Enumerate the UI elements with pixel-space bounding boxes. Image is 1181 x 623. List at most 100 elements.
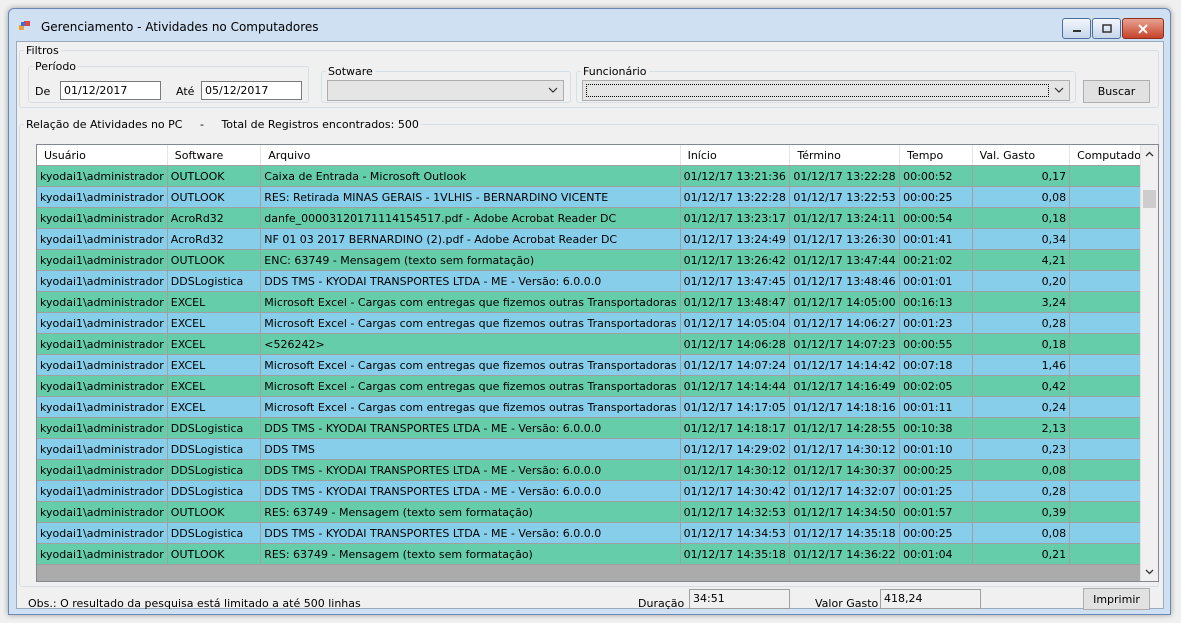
cell-valor[interactable]: 0,08: [972, 459, 1071, 481]
cell-tempo[interactable]: 00:01:57: [899, 501, 973, 523]
cell-valor[interactable]: 0,21: [972, 543, 1071, 565]
search-button[interactable]: Buscar: [1083, 80, 1150, 103]
cell-tempo[interactable]: 00:00:54: [899, 207, 973, 229]
cell-arquivo[interactable]: Microsoft Excel - Cargas com entregas qu…: [260, 396, 681, 418]
cell-termino[interactable]: 01/12/17 14:34:50: [789, 501, 901, 523]
cell-inicio[interactable]: 01/12/17 13:26:42: [680, 249, 791, 271]
cell-usuario[interactable]: kyodai1\administrador: [37, 417, 168, 439]
cell-arquivo[interactable]: DDS TMS - KYODAI TRANSPORTES LTDA - ME -…: [260, 270, 681, 292]
minimize-button[interactable]: [1062, 18, 1091, 39]
cell-usuario[interactable]: kyodai1\administrador: [37, 249, 168, 271]
cell-tempo[interactable]: 00:01:25: [899, 480, 973, 502]
cell-valor[interactable]: 0,28: [972, 312, 1071, 334]
cell-arquivo[interactable]: Microsoft Excel - Cargas com entregas qu…: [260, 312, 681, 334]
cell-usuario[interactable]: kyodai1\administrador: [37, 543, 168, 565]
cell-arquivo[interactable]: Caixa de Entrada - Microsoft Outlook: [260, 165, 681, 187]
table-row[interactable]: kyodai1\administrador EXCEL Microsoft Exce…: [37, 312, 1158, 334]
cell-tempo[interactable]: 00:01:11: [899, 396, 973, 418]
cell-termino[interactable]: 01/12/17 13:47:44: [789, 249, 901, 271]
vertical-scrollbar[interactable]: [1140, 145, 1158, 581]
cell-tempo[interactable]: 00:00:25: [899, 522, 973, 544]
cell-arquivo[interactable]: RES: 63749 - Mensagem (texto sem formata…: [260, 543, 681, 565]
table-row[interactable]: kyodai1\administrador EXCEL <526242> 01/12/…: [37, 333, 1158, 355]
cell-arquivo[interactable]: <526242>: [260, 333, 681, 355]
cell-software[interactable]: DDSLogistica: [167, 522, 262, 544]
table-row[interactable]: kyodai1\administrador DDSLogistica DDS TMS…: [37, 417, 1158, 439]
cell-tempo[interactable]: 00:00:25: [899, 459, 973, 481]
table-row[interactable]: kyodai1\administrador EXCEL Microsoft Exce…: [37, 375, 1158, 397]
cell-valor[interactable]: 0,24: [972, 396, 1071, 418]
cell-usuario[interactable]: kyodai1\administrador: [37, 312, 168, 334]
cell-valor[interactable]: 4,21: [972, 249, 1071, 271]
cell-software[interactable]: DDSLogistica: [167, 459, 262, 481]
cell-arquivo[interactable]: DDS TMS - KYODAI TRANSPORTES LTDA - ME -…: [260, 417, 681, 439]
cell-arquivo[interactable]: RES: 63749 - Mensagem (texto sem formata…: [260, 501, 681, 523]
cell-inicio[interactable]: 01/12/17 14:07:24: [680, 354, 791, 376]
cell-software[interactable]: EXCEL: [167, 354, 262, 376]
cell-termino[interactable]: 01/12/17 13:22:53: [789, 186, 901, 208]
cell-tempo[interactable]: 00:01:41: [899, 228, 973, 250]
cell-arquivo[interactable]: Microsoft Excel - Cargas com entregas qu…: [260, 375, 681, 397]
cell-usuario[interactable]: kyodai1\administrador: [37, 165, 168, 187]
cell-termino[interactable]: 01/12/17 13:22:28: [789, 165, 901, 187]
cell-software[interactable]: OUTLOOK: [167, 501, 262, 523]
column-header[interactable]: Início: [680, 145, 791, 166]
cell-software[interactable]: AcroRd32: [167, 228, 262, 250]
cell-termino[interactable]: 01/12/17 14:36:22: [789, 543, 901, 565]
maximize-button[interactable]: [1092, 18, 1121, 39]
cell-tempo[interactable]: 00:21:02: [899, 249, 973, 271]
cell-software[interactable]: OUTLOOK: [167, 543, 262, 565]
cell-arquivo[interactable]: Microsoft Excel - Cargas com entregas qu…: [260, 354, 681, 376]
cell-tempo[interactable]: 00:01:23: [899, 312, 973, 334]
column-header[interactable]: Término: [789, 145, 901, 166]
cell-tempo[interactable]: 00:02:05: [899, 375, 973, 397]
cell-usuario[interactable]: kyodai1\administrador: [37, 375, 168, 397]
cell-inicio[interactable]: 01/12/17 13:48:47: [680, 291, 791, 313]
cell-arquivo[interactable]: DDS TMS - KYODAI TRANSPORTES LTDA - ME -…: [260, 480, 681, 502]
table-row[interactable]: kyodai1\administrador DDSLogistica DDS TMS…: [37, 270, 1158, 292]
table-row[interactable]: kyodai1\administrador OUTLOOK Caixa de Ent…: [37, 165, 1158, 187]
cell-usuario[interactable]: kyodai1\administrador: [37, 207, 168, 229]
cell-arquivo[interactable]: NF 01 03 2017 BERNARDINO (2).pdf - Adobe…: [260, 228, 681, 250]
cell-usuario[interactable]: kyodai1\administrador: [37, 480, 168, 502]
cell-usuario[interactable]: kyodai1\administrador: [37, 522, 168, 544]
cell-valor[interactable]: 0,18: [972, 333, 1071, 355]
cell-arquivo[interactable]: Microsoft Excel - Cargas com entregas qu…: [260, 291, 681, 313]
cell-software[interactable]: EXCEL: [167, 375, 262, 397]
cell-inicio[interactable]: 01/12/17 13:24:49: [680, 228, 791, 250]
cell-tempo[interactable]: 00:00:25: [899, 186, 973, 208]
cell-software[interactable]: OUTLOOK: [167, 165, 262, 187]
scroll-down-icon[interactable]: [1144, 566, 1155, 577]
table-row[interactable]: kyodai1\administrador EXCEL Microsoft Exce…: [37, 354, 1158, 376]
cell-software[interactable]: EXCEL: [167, 291, 262, 313]
cell-termino[interactable]: 01/12/17 14:16:49: [789, 375, 901, 397]
activities-table[interactable]: Usuário Software Arquivo Início Término Tempo…: [36, 144, 1159, 582]
cell-arquivo[interactable]: DDS TMS - KYODAI TRANSPORTES LTDA - ME -…: [260, 522, 681, 544]
cell-usuario[interactable]: kyodai1\administrador: [37, 270, 168, 292]
start-date-field[interactable]: 01/12/2017: [60, 81, 161, 100]
table-row[interactable]: kyodai1\administrador OUTLOOK ENC: 63749 -…: [37, 249, 1158, 271]
cell-tempo[interactable]: 00:00:52: [899, 165, 973, 187]
cell-termino[interactable]: 01/12/17 14:35:18: [789, 522, 901, 544]
cell-valor[interactable]: 0,42: [972, 375, 1071, 397]
print-button[interactable]: Imprimir: [1083, 588, 1150, 610]
table-row[interactable]: kyodai1\administrador AcroRd32 NF 01 03 20…: [37, 228, 1158, 250]
cell-valor[interactable]: 0,28: [972, 480, 1071, 502]
table-row[interactable]: kyodai1\administrador DDSLogistica DDS TMS…: [37, 480, 1158, 502]
cell-inicio[interactable]: 01/12/17 14:17:05: [680, 396, 791, 418]
cell-inicio[interactable]: 01/12/17 14:30:42: [680, 480, 791, 502]
cell-software[interactable]: EXCEL: [167, 333, 262, 355]
column-header[interactable]: Val. Gasto: [972, 145, 1071, 166]
table-row[interactable]: kyodai1\administrador DDSLogistica DDS TMS…: [37, 438, 1158, 460]
end-date-field[interactable]: 05/12/2017: [201, 81, 302, 100]
cell-termino[interactable]: 01/12/17 14:32:07: [789, 480, 901, 502]
cell-arquivo[interactable]: DDS TMS - KYODAI TRANSPORTES LTDA - ME -…: [260, 459, 681, 481]
cell-software[interactable]: OUTLOOK: [167, 249, 262, 271]
cell-valor[interactable]: 0,08: [972, 186, 1071, 208]
cell-inicio[interactable]: 01/12/17 13:23:17: [680, 207, 791, 229]
cell-inicio[interactable]: 01/12/17 14:14:44: [680, 375, 791, 397]
cell-valor[interactable]: 0,34: [972, 228, 1071, 250]
cell-valor[interactable]: 3,24: [972, 291, 1071, 313]
cell-tempo[interactable]: 00:07:18: [899, 354, 973, 376]
cell-tempo[interactable]: 00:16:13: [899, 291, 973, 313]
